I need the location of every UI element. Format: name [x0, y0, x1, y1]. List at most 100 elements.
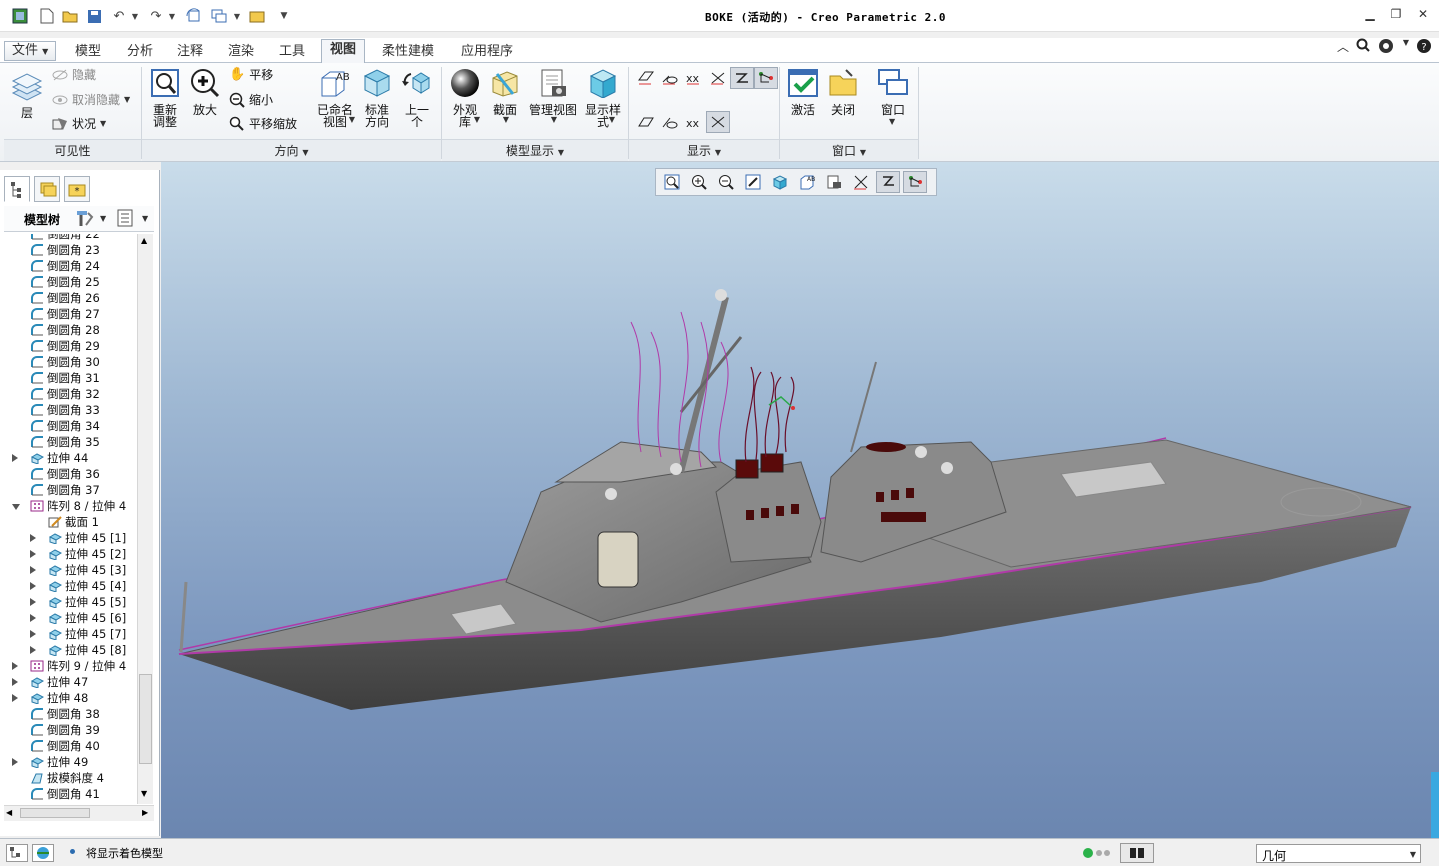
- expand-right-icon[interactable]: [12, 678, 18, 686]
- tree-item-round[interactable]: 倒圆角 30: [4, 354, 136, 370]
- windows-button[interactable]: 窗口 ▼: [873, 68, 913, 126]
- tree-item-sketch[interactable]: 截面 1: [4, 514, 136, 530]
- tree-item-round[interactable]: 倒圆角 34: [4, 418, 136, 434]
- named-views-button[interactable]: AB 已命名 视图 ▼: [313, 68, 357, 128]
- restore-button[interactable]: ❐: [1386, 7, 1406, 25]
- tree-item-round[interactable]: 倒圆角 36: [4, 466, 136, 482]
- tree-item-round[interactable]: 倒圆角 40: [4, 738, 136, 754]
- tree-item-round[interactable]: 倒圆角 22: [4, 234, 136, 242]
- expand-right-icon[interactable]: [30, 630, 36, 638]
- ship-model[interactable]: [161, 162, 1439, 838]
- community-dropdown-icon[interactable]: ▼: [1396, 38, 1416, 56]
- graphics-area[interactable]: AB: [161, 162, 1439, 838]
- expand-right-icon[interactable]: [30, 534, 36, 542]
- appearance-gallery-button[interactable]: 外观 库 ▼: [446, 68, 484, 128]
- show-options-icon[interactable]: [116, 209, 134, 230]
- tree-item-extrude[interactable]: 拉伸 45 [5]: [4, 594, 136, 610]
- find-icon[interactable]: [1120, 843, 1154, 863]
- favorites-tab[interactable]: *: [64, 176, 90, 202]
- expand-right-icon[interactable]: [12, 662, 18, 670]
- expand-right-icon[interactable]: [30, 646, 36, 654]
- refit-button[interactable]: 重新 调整: [147, 68, 183, 128]
- tab-applications[interactable]: 应用程序: [452, 41, 522, 63]
- tree-item-pattern[interactable]: 阵列 8 / 拉伸 4: [4, 498, 136, 514]
- show-options-dropdown-icon[interactable]: ▼: [142, 214, 148, 223]
- expand-right-icon[interactable]: [12, 454, 18, 462]
- scroll-down-arrow[interactable]: ▼: [141, 789, 147, 798]
- tree-item-round[interactable]: 倒圆角 27: [4, 306, 136, 322]
- tree-item-extrude[interactable]: 拉伸 47: [4, 674, 136, 690]
- expand-down-icon[interactable]: [12, 504, 20, 510]
- csys-tags-icon[interactable]: [706, 111, 730, 133]
- standard-orientation-button[interactable]: 标准 方向: [359, 68, 395, 128]
- tree-item-extrude[interactable]: 拉伸 48: [4, 690, 136, 706]
- spin-center-icon[interactable]: [754, 67, 778, 89]
- tree-item-extrude[interactable]: 拉伸 45 [6]: [4, 610, 136, 626]
- tree-item-round[interactable]: 倒圆角 24: [4, 258, 136, 274]
- tree-item-round[interactable]: 倒圆角 28: [4, 322, 136, 338]
- scroll-right-arrow[interactable]: ▶: [142, 808, 148, 817]
- section-button[interactable]: 截面 ▼: [487, 68, 523, 124]
- zoom-in-button[interactable]: 放大: [187, 68, 223, 116]
- unhide-button[interactable]: 取消隐藏 ▼: [52, 91, 130, 109]
- expand-right-icon[interactable]: [12, 694, 18, 702]
- tree-item-round[interactable]: 倒圆角 41: [4, 786, 136, 800]
- expand-right-icon[interactable]: [30, 566, 36, 574]
- tree-item-extrude[interactable]: 拉伸 45 [2]: [4, 546, 136, 562]
- close-button[interactable]: ✕: [1413, 7, 1433, 25]
- tree-item-extrude[interactable]: 拉伸 45 [4]: [4, 578, 136, 594]
- tab-tools[interactable]: 工具: [270, 41, 314, 63]
- tree-item-round[interactable]: 倒圆角 39: [4, 722, 136, 738]
- selection-filter-dropdown[interactable]: 几何 ▼: [1256, 844, 1421, 863]
- tree-item-extrude[interactable]: 拉伸 45 [7]: [4, 626, 136, 642]
- display-style-button[interactable]: 显示样 式 ▼: [583, 68, 623, 128]
- tree-item-round[interactable]: 倒圆角 31: [4, 370, 136, 386]
- datum-axes-icon[interactable]: [658, 67, 682, 89]
- tree-item-round[interactable]: 倒圆角 23: [4, 242, 136, 258]
- minimize-ribbon-icon[interactable]: ︿: [1333, 38, 1353, 56]
- tab-model[interactable]: 模型: [66, 41, 110, 63]
- point-tags-icon[interactable]: xx: [682, 111, 706, 133]
- tree-item-draft[interactable]: 拔模斜度 4: [4, 770, 136, 786]
- tree-horizontal-scrollbar[interactable]: ◀ ▶: [4, 805, 154, 821]
- scroll-thumb[interactable]: [139, 674, 152, 764]
- minimize-button[interactable]: ▁: [1360, 7, 1380, 25]
- tab-analysis[interactable]: 分析: [118, 41, 162, 63]
- scroll-up-arrow[interactable]: ▲: [141, 236, 147, 245]
- tree-vertical-scrollbar[interactable]: ▲ ▼: [137, 234, 153, 804]
- datum-planes-icon[interactable]: [634, 67, 658, 89]
- close-view-button[interactable]: 关闭: [825, 68, 861, 116]
- status-button[interactable]: 状况 ▼: [52, 115, 106, 133]
- tree-item-extrude[interactable]: 拉伸 45 [3]: [4, 562, 136, 578]
- tree-item-round[interactable]: 倒圆角 35: [4, 434, 136, 450]
- tab-flexible-modeling[interactable]: 柔性建模: [373, 41, 443, 63]
- tree-item-round[interactable]: 倒圆角 33: [4, 402, 136, 418]
- plane-tags-icon[interactable]: [634, 111, 658, 133]
- group-window[interactable]: 窗口 ▼: [780, 139, 918, 161]
- tree-settings-icon[interactable]: [74, 209, 94, 230]
- help-icon[interactable]: ?: [1414, 38, 1434, 56]
- axis-tags-icon[interactable]: [658, 111, 682, 133]
- tree-item-round[interactable]: 倒圆角 29: [4, 338, 136, 354]
- hide-button[interactable]: 隐藏: [52, 66, 96, 84]
- tree-item-round[interactable]: 倒圆角 37: [4, 482, 136, 498]
- manage-views-button[interactable]: 管理视图 ▼: [527, 68, 579, 124]
- tree-item-extrude[interactable]: 拉伸 44: [4, 450, 136, 466]
- tree-item-pattern[interactable]: 阵列 9 / 拉伸 4: [4, 658, 136, 674]
- scroll-left-arrow[interactable]: ◀: [6, 808, 12, 817]
- expand-right-icon[interactable]: [30, 550, 36, 558]
- search-icon[interactable]: [1353, 38, 1373, 56]
- navigator-toggle-icon[interactable]: [6, 844, 28, 862]
- file-menu[interactable]: 文件 ▼: [4, 41, 56, 61]
- tree-item-extrude[interactable]: 拉伸 45 [1]: [4, 530, 136, 546]
- annotation-display-icon[interactable]: [730, 67, 754, 89]
- expand-right-icon[interactable]: [12, 758, 18, 766]
- zoom-out-button[interactable]: 缩小: [229, 91, 273, 109]
- tab-render[interactable]: 渲染: [219, 41, 263, 63]
- community-icon[interactable]: [1376, 38, 1396, 56]
- hscroll-thumb[interactable]: [20, 808, 90, 818]
- tree-item-round[interactable]: 倒圆角 32: [4, 386, 136, 402]
- point-display-icon[interactable]: xx: [682, 67, 706, 89]
- folder-browser-tab[interactable]: [34, 176, 60, 202]
- expand-right-icon[interactable]: [30, 598, 36, 606]
